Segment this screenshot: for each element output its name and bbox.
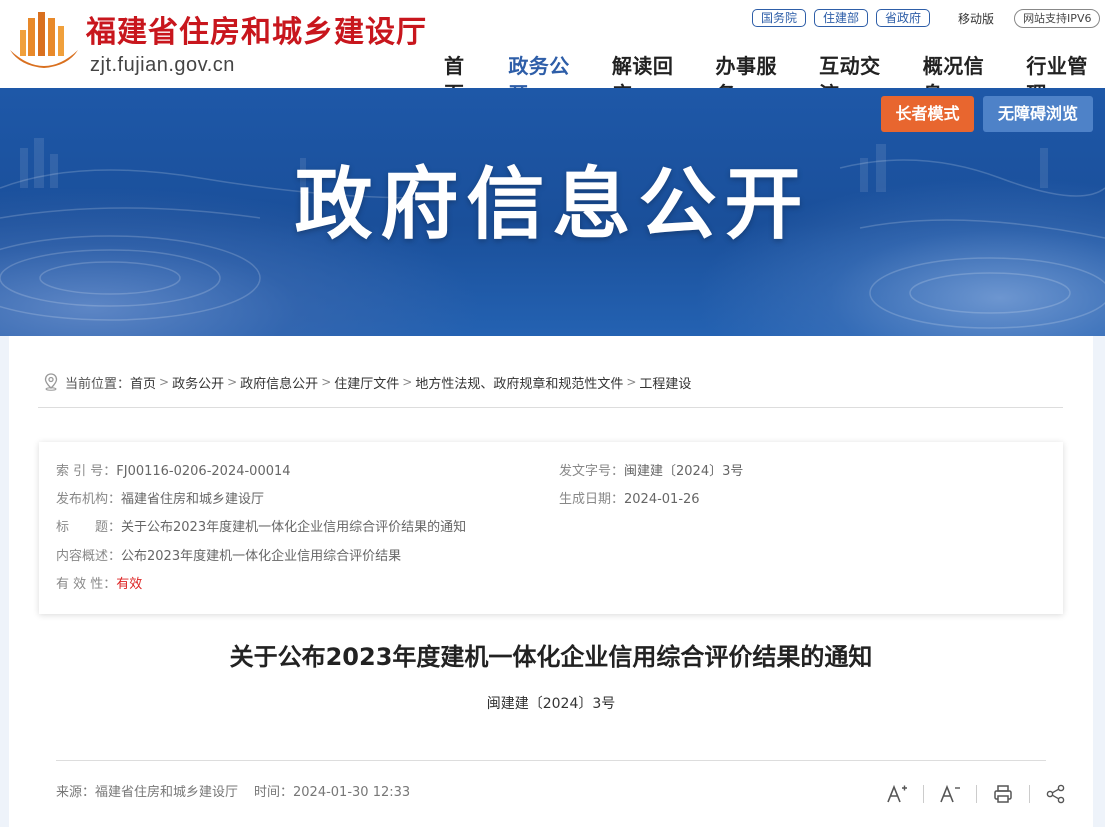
- meta-index-label: 索 引 号：: [56, 464, 117, 479]
- meta-index-value: FJ00116-0206-2024-00014: [116, 464, 291, 479]
- meta-validity-label: 有 效 性：: [56, 577, 117, 592]
- site-name[interactable]: 福建省住房和城乡建设厅: [86, 14, 427, 52]
- elder-mode-button[interactable]: 长者模式: [881, 96, 974, 132]
- meta-issuer-value: 福建省住房和城乡建设厅: [121, 492, 265, 507]
- document-tools: [885, 781, 1068, 807]
- breadcrumb-separator: >: [402, 375, 413, 389]
- document-divider: [56, 760, 1046, 761]
- meta-issuer: 发布机构：福建省住房和城乡建设厅: [56, 490, 264, 510]
- breadcrumb-separator: >: [159, 375, 170, 389]
- site-header: 福建省住房和城乡建设厅 zjt.fujian.gov.cn 国务院 住建部 省政…: [0, 0, 1105, 106]
- meta-summary-label: 内容概述：: [56, 549, 122, 564]
- content-card: 当前位置： 首页 > 政务公开 > 政府信息公开 > 住建厅文件 > 地方性法规…: [9, 336, 1093, 827]
- meta-title-value: 关于公布2023年度建机一体化企业信用综合评价结果的通知: [121, 520, 467, 535]
- meta-validity: 有 效 性：有效: [56, 575, 142, 595]
- meta-date: 生成日期：2024-01-26: [559, 490, 700, 510]
- meta-title: 标 题：关于公布2023年度建机一体化企业信用综合评价结果的通知: [56, 518, 466, 538]
- meta-issuer-label: 发布机构：: [56, 492, 122, 507]
- link-mohurd[interactable]: 住建部: [814, 9, 869, 27]
- breadcrumb-divider: [38, 407, 1063, 408]
- meta-date-value: 2024-01-26: [624, 492, 700, 507]
- meta-index: 索 引 号：FJ00116-0206-2024-00014: [56, 462, 291, 482]
- meta-doc-no-label: 发文字号：: [559, 464, 625, 479]
- breadcrumb-government-affairs[interactable]: 政务公开: [172, 373, 224, 392]
- breadcrumb-info-disclosure[interactable]: 政府信息公开: [240, 373, 318, 392]
- breadcrumb-engineering[interactable]: 工程建设: [639, 373, 691, 392]
- font-decrease-icon[interactable]: [938, 782, 962, 806]
- breadcrumb: 当前位置： 首页 > 政务公开 > 政府信息公开 > 住建厅文件 > 地方性法规…: [43, 372, 691, 392]
- document-time: 时间：2024-01-30 12:33: [254, 785, 411, 800]
- document-title: 关于公布2023年度建机一体化企业信用综合评价结果的通知: [229, 643, 873, 671]
- meta-date-label: 生成日期：: [559, 492, 625, 507]
- breadcrumb-regulations[interactable]: 地方性法规、政府规章和规范性文件: [415, 373, 623, 392]
- accessible-browse-button[interactable]: 无障碍浏览: [983, 96, 1093, 132]
- print-icon[interactable]: [991, 782, 1015, 806]
- tool-separator: [976, 785, 977, 803]
- link-state-council[interactable]: 国务院: [752, 9, 807, 27]
- banner: 政府信息公开 长者模式 无障碍浏览: [0, 88, 1105, 336]
- document-source: 来源：福建省住房和城乡建设厅: [56, 785, 239, 800]
- metadata-box: 索 引 号：FJ00116-0206-2024-00014 发文字号：闽建建〔2…: [39, 442, 1063, 614]
- document-number: 闽建建〔2024〕3号: [486, 696, 616, 712]
- mobile-version-link[interactable]: 移动版: [958, 10, 994, 27]
- breadcrumb-department-docs[interactable]: 住建厅文件: [334, 373, 399, 392]
- tool-separator: [923, 785, 924, 803]
- meta-doc-no: 发文字号：闽建建〔2024〕3号: [559, 462, 743, 482]
- font-increase-icon[interactable]: [885, 782, 909, 806]
- meta-title-label: 标 题：: [56, 520, 122, 535]
- ipv6-badge: 网站支持IPV6: [1014, 8, 1101, 28]
- breadcrumb-separator: >: [626, 375, 637, 389]
- logo-icon[interactable]: [8, 8, 80, 76]
- breadcrumb-separator: >: [227, 375, 238, 389]
- breadcrumb-separator: >: [321, 375, 332, 389]
- link-provincial-gov[interactable]: 省政府: [876, 9, 931, 27]
- location-icon: [44, 373, 58, 391]
- meta-summary-value: 公布2023年度建机一体化企业信用综合评价结果: [121, 549, 402, 564]
- meta-doc-no-value: 闽建建〔2024〕3号: [624, 464, 744, 479]
- meta-validity-value: 有效: [116, 577, 143, 592]
- breadcrumb-home[interactable]: 首页: [130, 373, 156, 392]
- tool-separator: [1029, 785, 1030, 803]
- top-links: 国务院 住建部 省政府 移动版 网站支持IPV6: [752, 8, 1101, 28]
- share-icon[interactable]: [1044, 782, 1068, 806]
- document-source-info: 来源：福建省住房和城乡建设厅 时间：2024-01-30 12:33: [56, 783, 410, 803]
- meta-summary: 内容概述：公布2023年度建机一体化企业信用综合评价结果: [56, 547, 401, 567]
- site-domain: zjt.fujian.gov.cn: [90, 54, 235, 76]
- breadcrumb-prefix: 当前位置：: [65, 376, 131, 392]
- banner-title: 政府信息公开: [294, 160, 811, 250]
